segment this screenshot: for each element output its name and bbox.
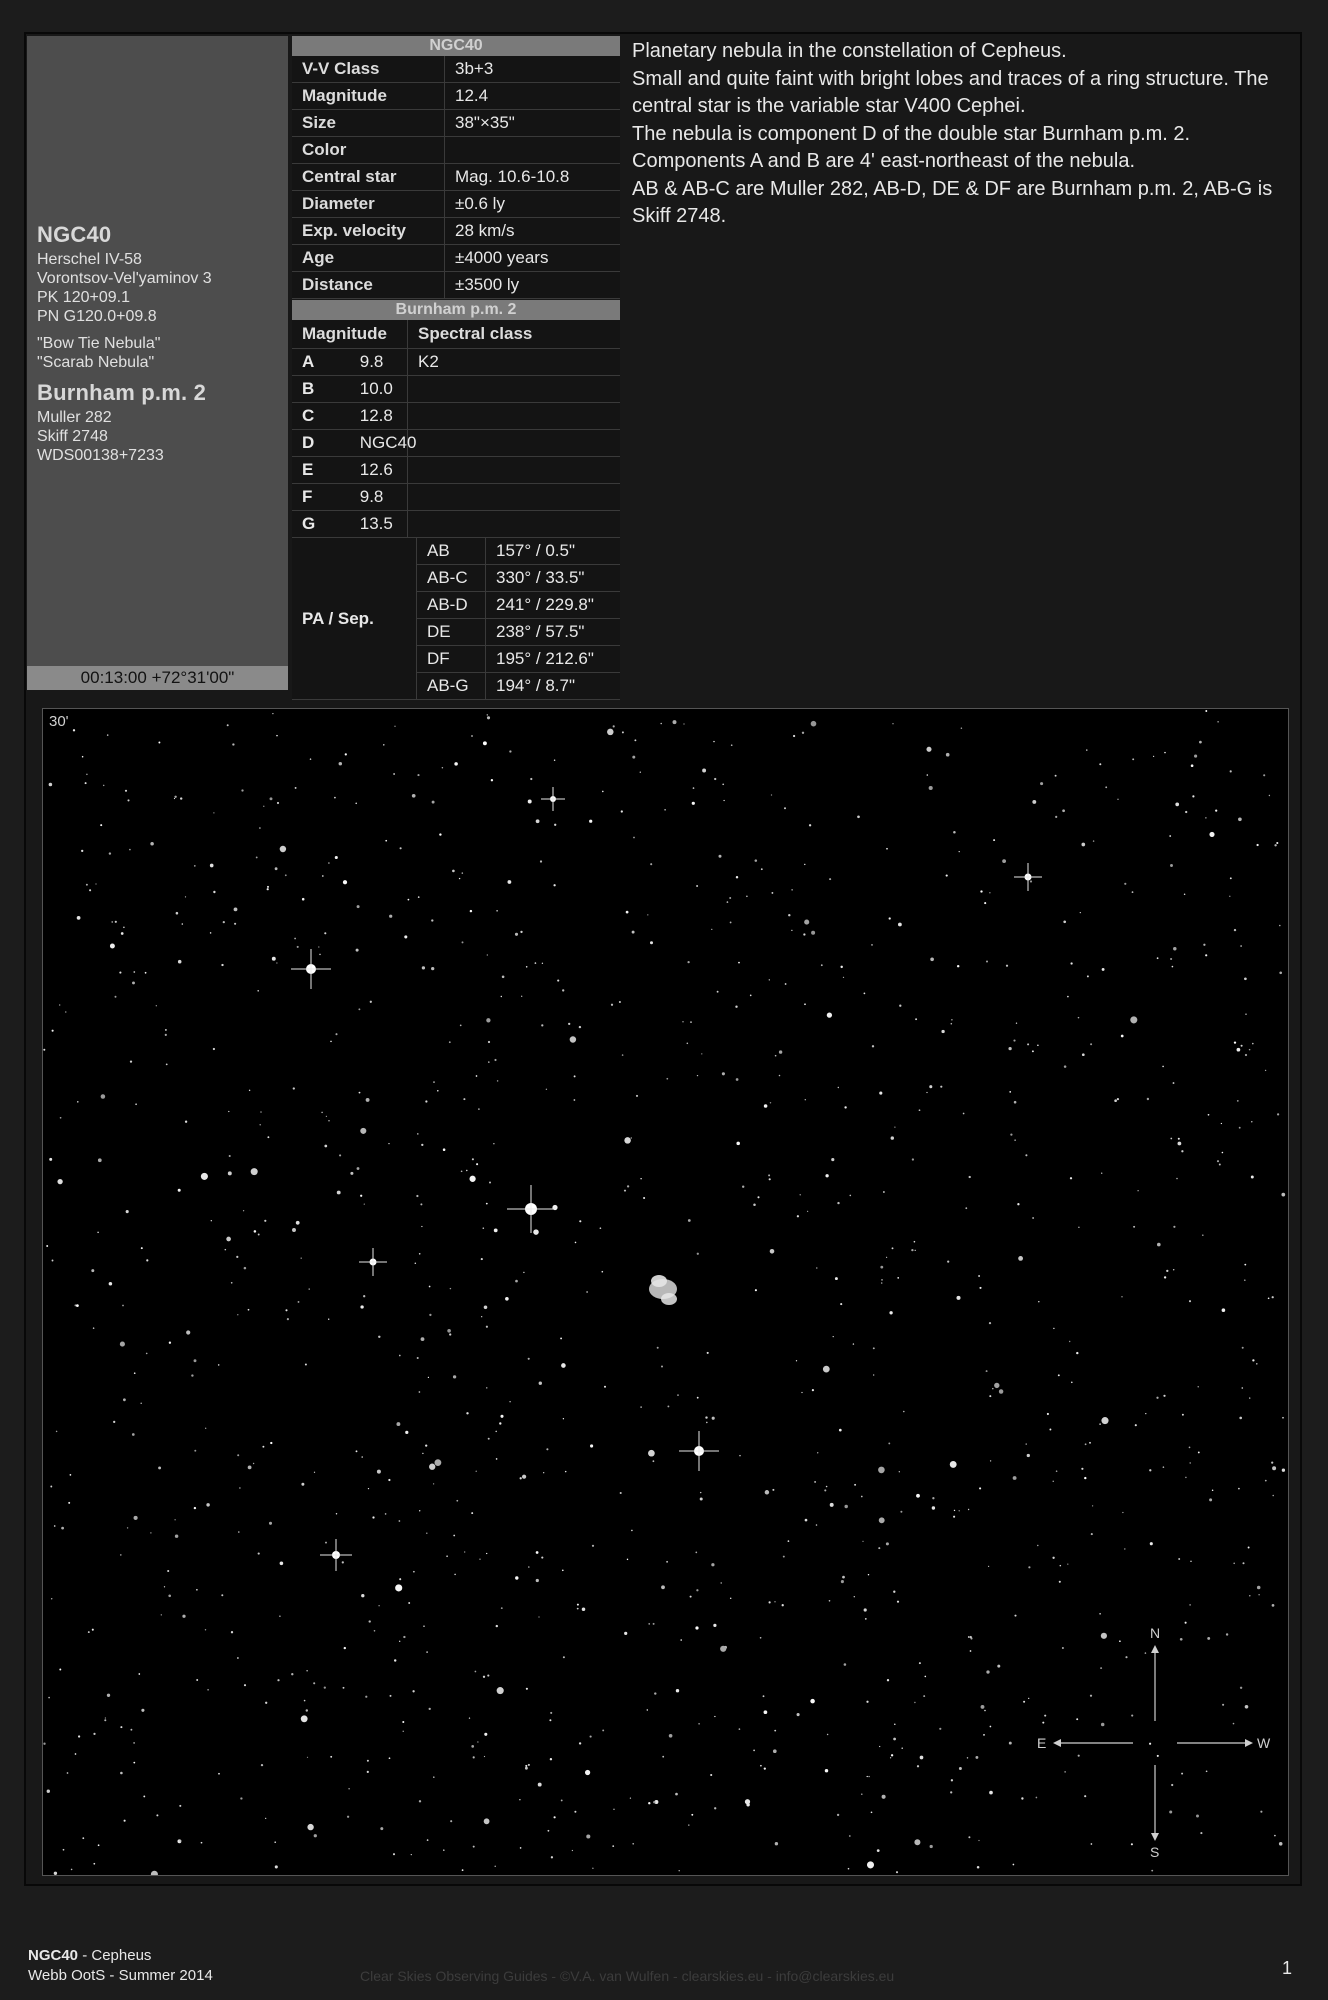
footer-credits: Clear Skies Observing Guides - ©V.A. van… xyxy=(360,1968,895,1984)
pa-label: PA / Sep. xyxy=(292,538,417,700)
compass-w: W xyxy=(1257,1735,1271,1751)
double-designation: WDS00138+7233 xyxy=(37,447,164,464)
col-magnitude: Magnitude xyxy=(292,320,408,349)
double-star-title: Burnham p.m. 2 xyxy=(37,380,207,405)
designation: Herschel IV-58 xyxy=(37,251,142,268)
table-header-row: Magnitude Spectral class xyxy=(292,320,620,349)
description-paragraph: Planetary nebula in the constellation of… xyxy=(632,40,1067,62)
object-properties-table: V-V Class 3b+3 Magnitude 12.4 Size 38"×35" … xyxy=(292,56,620,299)
table-row: F 9.8 xyxy=(292,483,620,511)
compass-e: E xyxy=(1037,1735,1046,1751)
pa-sep-table: PA / Sep. AB 157° / 0.5" AB-C 330° / 33.5" … xyxy=(292,538,620,700)
table-header: NGC40 xyxy=(292,36,620,56)
designation: PK 120+09.1 xyxy=(37,289,130,306)
table-row: Central star Mag. 10.6-10.8 xyxy=(292,163,620,191)
table-row: V-V Class 3b+3 xyxy=(292,56,620,83)
object-names-panel: NGC40 Herschel IV-58 Vorontsov-Vel'yamin… xyxy=(27,36,288,666)
designation: Vorontsov-Vel'yaminov 3 xyxy=(37,270,212,287)
footer-object: NGC40 xyxy=(28,1947,79,1964)
designation: PN G120.0+09.8 xyxy=(37,308,157,325)
table-row: A 9.8 K2 xyxy=(292,348,620,376)
table-row: Magnitude 12.4 xyxy=(292,82,620,110)
description-paragraph: The nebula is component D of the double … xyxy=(632,123,1191,172)
coordinates: 00:13:00 +72°31'00" xyxy=(27,666,288,690)
description: Planetary nebula in the constellation of… xyxy=(632,38,1292,231)
table-row: PA / Sep. AB 157° / 0.5" xyxy=(292,538,620,700)
compass-s: S xyxy=(1150,1844,1159,1860)
table-row: E 12.6 xyxy=(292,456,620,484)
compass-n: N xyxy=(1150,1625,1160,1641)
footer: NGC40 - Cepheus Webb OotS - Summer 2014 xyxy=(28,1946,213,1986)
table-row: Diameter ±0.6 ly xyxy=(292,190,620,218)
table-row: D NGC40 xyxy=(292,429,620,457)
double-designation: Muller 282 xyxy=(37,409,112,426)
table-row: Exp. velocity 28 km/s xyxy=(292,217,620,245)
compass-rose: N S E W xyxy=(1037,1625,1271,1860)
double-designation: Skiff 2748 xyxy=(37,428,108,445)
table-row: Distance ±3500 ly xyxy=(292,271,620,299)
description-paragraph: AB & AB-C are Muller 282, AB-D, DE & DF … xyxy=(632,178,1273,227)
object-title: NGC40 xyxy=(37,222,112,247)
footer-edition: Webb OotS - Summer 2014 xyxy=(28,1967,213,1984)
description-paragraph: Small and quite faint with bright lobes … xyxy=(632,68,1269,117)
table-row: G 13.5 xyxy=(292,510,620,538)
table-row: B 10.0 xyxy=(292,375,620,403)
components-table: Magnitude Spectral class A 9.8 K2 B 10.0 C1… xyxy=(292,320,620,538)
data-table-panel: NGC40 V-V Class 3b+3 Magnitude 12.4 Size 38… xyxy=(292,36,620,700)
star-field-image: 30' N S E W xyxy=(42,708,1289,1876)
nickname: "Bow Tie Nebula" xyxy=(37,335,161,352)
table-row: Size 38"×35" xyxy=(292,109,620,137)
table-row: Color xyxy=(292,136,620,164)
table-row: Age ±4000 years xyxy=(292,244,620,272)
page-number: 1 xyxy=(1282,1958,1293,1978)
burnham-header: Burnham p.m. 2 xyxy=(292,300,620,320)
col-spectral: Spectral class xyxy=(407,320,620,349)
nickname: "Scarab Nebula" xyxy=(37,354,155,371)
footer-constellation: - Cepheus xyxy=(78,1947,152,1964)
table-row: C 12.8 xyxy=(292,402,620,430)
